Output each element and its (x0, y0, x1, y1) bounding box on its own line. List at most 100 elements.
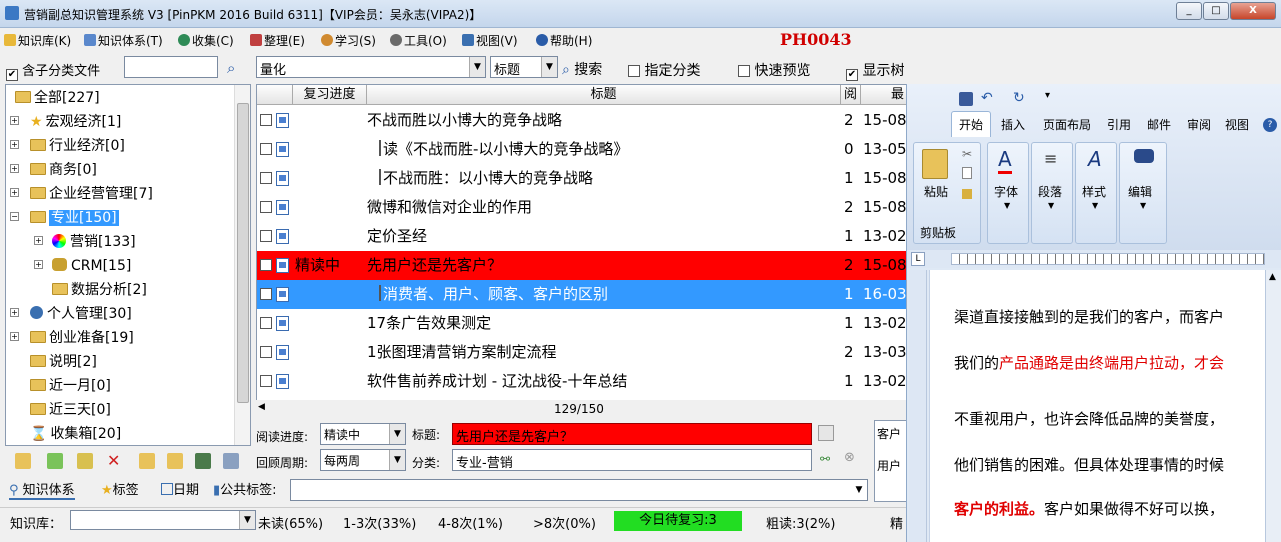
help-icon[interactable]: ? (1263, 118, 1277, 132)
specified-category-checkbox[interactable]: 指定分类 (628, 60, 700, 80)
read-progress-select[interactable]: 精读中 ▼ (320, 423, 406, 445)
chevron-down-icon[interactable]: ▼ (541, 57, 557, 77)
header-title[interactable]: 标题 (367, 85, 841, 105)
table-row[interactable]: 1张图理清营销方案制定流程 2 13-03 (257, 338, 907, 367)
editing-group[interactable]: 编辑 ▼ (1119, 142, 1167, 244)
move-icon[interactable] (77, 453, 93, 469)
tree-scrollbar[interactable] (234, 85, 250, 445)
table-row[interactable]: 消费者、用户、顾客、客户的区别 1 16-03 (257, 280, 907, 309)
tree-item-data-analysis[interactable]: 数据分析[2] (52, 279, 147, 301)
cycle-select[interactable]: 每两周 ▼ (320, 449, 406, 471)
tree-item-crm[interactable]: CRM[15] (52, 255, 131, 277)
table-row[interactable]: 软件售前养成计划 - 辽沈战役-十年总结 1 13-02 (257, 367, 907, 396)
expand-icon[interactable]: + (10, 308, 19, 317)
word-tab[interactable]: 视图 (1225, 116, 1249, 133)
tree-item-industry[interactable]: 行业经济[0] (30, 135, 125, 157)
table-row[interactable]: 不战而胜：以小博大的竞争战略 1 15-08 (257, 164, 907, 193)
delete-icon[interactable]: ✕ (107, 453, 123, 469)
close-button[interactable]: X (1230, 2, 1276, 20)
tree-item-personal[interactable]: 个人管理[30] (30, 303, 132, 325)
table-row[interactable]: 微博和微信对企业的作用 2 15-08 (257, 193, 907, 222)
kb-select[interactable]: ▼ (70, 510, 256, 530)
checkbox[interactable]: ✔ (846, 69, 858, 81)
row-checkbox[interactable] (260, 346, 272, 358)
quick-preview-checkbox[interactable]: 快速预览 (738, 60, 810, 80)
menu-help[interactable]: 帮助(H) (536, 32, 592, 49)
paragraph-group[interactable]: ≡ 段落 ▼ (1031, 142, 1073, 244)
menu-knowledge-base[interactable]: 知识库(K) (4, 32, 71, 49)
expand-icon[interactable]: + (10, 332, 19, 341)
collapse-icon[interactable]: − (10, 212, 19, 221)
customize-icon[interactable]: ▾ (1045, 90, 1050, 101)
row-checkbox[interactable] (260, 375, 272, 387)
search-text-input[interactable] (124, 56, 218, 78)
save-icon[interactable] (959, 92, 973, 106)
paste-icon[interactable] (922, 149, 948, 179)
search-icon[interactable]: ⌕ (227, 59, 235, 77)
status-today-review[interactable]: 今日待复习:3 (614, 511, 742, 531)
menu-study[interactable]: 学习(S) (321, 32, 376, 49)
title-input[interactable]: 先用户还是先客户？ (452, 423, 812, 445)
move-down-icon[interactable] (167, 453, 183, 469)
row-checkbox[interactable] (260, 114, 272, 126)
chevron-down-icon[interactable]: ▼ (469, 57, 485, 77)
header-reads[interactable]: 阅 (841, 85, 861, 105)
expand-icon[interactable]: + (10, 140, 19, 149)
menu-tools[interactable]: 工具(O) (390, 32, 447, 49)
tree-item-all[interactable]: 全部[227] (15, 87, 100, 109)
add-subfolder-icon[interactable] (47, 453, 63, 469)
row-checkbox[interactable] (260, 230, 272, 242)
tab-date[interactable]: 日期 (161, 479, 199, 498)
word-tab[interactable]: 邮件 (1147, 116, 1171, 133)
checkbox[interactable] (628, 65, 640, 77)
row-checkbox[interactable] (260, 317, 272, 329)
chevron-down-icon[interactable]: ▼ (239, 511, 255, 529)
keyword-dropdown[interactable]: 量化 ▼ (256, 56, 486, 78)
tab-chart[interactable]: ▮公共标签: (213, 479, 277, 498)
table-row[interactable]: 定价圣经 1 13-02 (257, 222, 907, 251)
tab-stop-icon[interactable]: L (911, 252, 925, 266)
checkbox[interactable] (738, 65, 750, 77)
font-group[interactable]: A 字体 ▼ (987, 142, 1029, 244)
redo-icon[interactable]: ↻ (1013, 90, 1025, 106)
expand-icon[interactable]: + (10, 116, 19, 125)
word-tab[interactable]: 插入 (1001, 116, 1025, 133)
chevron-down-icon[interactable]: ▼ (851, 480, 867, 500)
chevron-down-icon[interactable]: ▼ (389, 424, 405, 444)
expand-icon[interactable]: + (34, 260, 43, 269)
move-up-icon[interactable] (139, 453, 155, 469)
word-tab[interactable]: 审阅 (1187, 116, 1211, 133)
menu-knowledge-system[interactable]: 知识体系(T) (84, 32, 163, 49)
menu-collect[interactable]: 收集(C) (178, 32, 234, 49)
row-checkbox[interactable] (260, 172, 272, 184)
checkbox[interactable]: ✔ (6, 69, 18, 81)
word-scrollbar[interactable]: ▲ (1265, 270, 1281, 542)
tree-item-enterprise[interactable]: 企业经营管理[7] (30, 183, 153, 205)
notes-icon[interactable] (818, 425, 834, 441)
include-sub-checkbox[interactable]: ✔ 含子分类文件 (6, 60, 100, 81)
public-tag-input[interactable]: ▼ (290, 479, 868, 501)
tree-item-business[interactable]: 商务[0] (30, 159, 97, 181)
table-row[interactable]: 17条广告效果测定 1 13-02 (257, 309, 907, 338)
clear-icon[interactable]: ⊗ (844, 450, 855, 465)
row-checkbox[interactable] (260, 288, 272, 300)
tab-tags[interactable]: ★标签 (101, 479, 139, 498)
field-dropdown[interactable]: 标题 ▼ (490, 56, 558, 78)
category-input[interactable]: 专业-营销 (452, 449, 812, 471)
table-row[interactable]: 读《不战而胜-以小博大的竞争战略》 0 13-05 (257, 135, 907, 164)
undo-icon[interactable]: ↶ (981, 90, 993, 106)
document-page[interactable]: 渠道直接接触到的是我们的客户，而客户 我们的产品通路是由终端用户拉动，才会 不重… (929, 270, 1274, 542)
header-date[interactable]: 最 (861, 85, 907, 105)
tree-item-last-month[interactable]: 近一月[0] (30, 375, 111, 397)
word-tab[interactable]: 页面布局 (1043, 116, 1091, 133)
table-row[interactable]: 精读中 先用户还是先客户？ 2 15-08 (257, 251, 907, 280)
tab-knowledge-system[interactable]: ⚲ 知识体系 (9, 479, 75, 500)
paste-button[interactable]: 粘贴 (924, 183, 948, 200)
word-tab[interactable]: 引用 (1107, 116, 1131, 133)
expand-icon[interactable]: + (10, 188, 19, 197)
scroll-left-icon[interactable]: ◀ (258, 402, 265, 412)
row-checkbox[interactable] (260, 201, 272, 213)
expand-icon[interactable]: + (10, 164, 19, 173)
row-checkbox[interactable] (260, 143, 272, 155)
tree-item-inbox[interactable]: ⌛ 收集箱[20] (30, 423, 121, 445)
